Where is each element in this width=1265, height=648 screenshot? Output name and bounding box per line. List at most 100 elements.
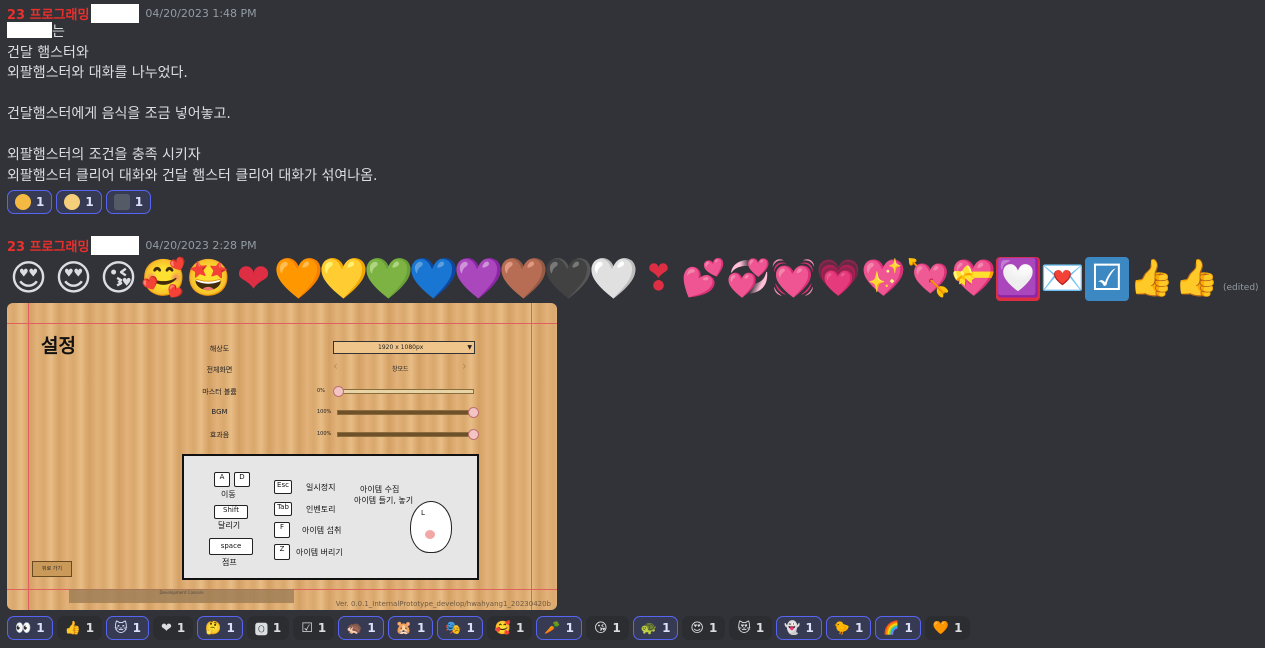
reaction-4[interactable]: 🤔 1 bbox=[197, 616, 243, 640]
slider-knob[interactable] bbox=[333, 386, 344, 397]
reaction-9[interactable]: 🎭 1 bbox=[437, 616, 483, 640]
reaction-10[interactable]: 🥰 1 bbox=[486, 616, 533, 640]
paw-icon bbox=[425, 530, 435, 539]
username[interactable]: 23 프로그래밍 bbox=[7, 4, 89, 23]
revolving-hearts-icon: 💞 bbox=[726, 257, 771, 299]
reaction-bar: 1 1 1 bbox=[7, 190, 377, 214]
label-collect: 아이템 수집 bbox=[360, 485, 400, 494]
reaction-emoji-icon: 🐢 bbox=[640, 620, 658, 636]
reaction-0[interactable]: 👀 1 bbox=[7, 616, 53, 640]
sfx-slider[interactable] bbox=[337, 429, 479, 440]
label-inventory: 인벤토리 bbox=[306, 505, 336, 514]
message-line bbox=[7, 125, 377, 146]
reaction-19[interactable]: 🧡 1 bbox=[924, 616, 971, 640]
reaction-7[interactable]: 🦔 1 bbox=[338, 616, 384, 640]
mind-blown-face-icon bbox=[15, 194, 31, 210]
controls-panel: A D 이동 Shift 달리기 space 점프 Esc 일시정지 Tab 인… bbox=[182, 454, 479, 580]
key-shift: Shift bbox=[214, 505, 248, 519]
key-d: D bbox=[234, 472, 250, 487]
message-1: 23 프로그래밍 04/20/2023 1:48 PM 는 건달 햄스터와 외팔… bbox=[7, 3, 377, 214]
anime-character-icon bbox=[113, 194, 130, 210]
slider-knob[interactable] bbox=[468, 407, 479, 418]
reaction-emoji-icon: 👍 bbox=[64, 620, 81, 636]
slider-knob[interactable] bbox=[468, 429, 479, 440]
chevron-right-icon[interactable]: › bbox=[462, 359, 467, 373]
reaction-count: 1 bbox=[272, 621, 282, 635]
username[interactable]: 23 프로그래밍 bbox=[7, 236, 89, 255]
reaction-count: 1 bbox=[565, 621, 574, 635]
reaction-14[interactable]: 😍 1 bbox=[682, 616, 726, 640]
frame-line bbox=[7, 323, 557, 324]
reaction-1[interactable]: 👍 1 bbox=[56, 616, 103, 640]
reaction-emoji-icon: 🥕 bbox=[544, 620, 561, 636]
label-hold: 아이템 들기, 놓기 bbox=[354, 496, 414, 505]
redacted-name bbox=[91, 235, 140, 255]
screenshot-attachment[interactable]: 설정 해상도 전체화면 마스터 볼륨 BGM 효과음 1920 x 1080px… bbox=[7, 303, 557, 610]
reaction-count: 1 bbox=[662, 621, 671, 635]
reaction-count: 1 bbox=[516, 621, 525, 635]
key-a: A bbox=[214, 472, 230, 487]
reaction-12[interactable]: 😘 1 bbox=[585, 616, 629, 640]
message-line: 건달 햄스터와 bbox=[7, 44, 89, 61]
reaction-15[interactable]: 😻 1 bbox=[729, 616, 773, 640]
fullscreen-value: 창모드 bbox=[392, 366, 409, 373]
reaction-16[interactable]: 👻 1 bbox=[776, 616, 822, 640]
reaction-8[interactable]: 🐹 1 bbox=[387, 616, 434, 640]
reaction-6[interactable]: ☑ 1 bbox=[293, 616, 335, 640]
bgm-slider[interactable] bbox=[337, 407, 479, 418]
reaction-2[interactable]: 🐱 1 bbox=[106, 616, 150, 640]
slider-fill bbox=[338, 433, 473, 436]
reaction-emoji-icon: 🎭 bbox=[445, 620, 462, 636]
reaction-13[interactable]: 🐢 1 bbox=[632, 616, 679, 640]
brown-heart-icon: 🤎 bbox=[498, 255, 549, 302]
resolution-select[interactable]: 1920 x 1080px ▼ bbox=[333, 341, 475, 354]
reaction-mind-blown[interactable]: 1 bbox=[7, 190, 53, 214]
master-percent: 0% bbox=[317, 388, 325, 394]
kissing-face-icon: 😘 bbox=[99, 257, 138, 299]
key-z: Z bbox=[274, 544, 290, 560]
reaction-count: 1 bbox=[226, 621, 235, 635]
love-letter-icon: 💌 bbox=[1040, 257, 1085, 299]
reaction-emoji-icon: 🅾 bbox=[254, 622, 268, 638]
bgm-percent: 100% bbox=[317, 409, 332, 415]
sfx-percent: 100% bbox=[317, 431, 332, 437]
sparkling-heart-icon: 💖 bbox=[861, 257, 906, 299]
reaction-hamster[interactable]: 1 bbox=[56, 190, 102, 214]
yellow-heart-icon: 💛 bbox=[318, 255, 369, 302]
reaction-count: 1 bbox=[612, 621, 621, 635]
two-hearts-icon: 💕 bbox=[681, 257, 726, 299]
reaction-anime-character[interactable]: 1 bbox=[105, 190, 152, 214]
message-header: 23 프로그래밍 04/20/2023 1:48 PM bbox=[7, 3, 377, 23]
reaction-emoji-icon: 🥰 bbox=[494, 620, 512, 636]
settings-title: 설정 bbox=[41, 335, 76, 357]
reaction-18[interactable]: 🌈 1 bbox=[875, 616, 921, 640]
reaction-3[interactable]: ❤ 1 bbox=[153, 616, 194, 640]
message-2: 23 프로그래밍 04/20/2023 2:28 PM bbox=[7, 235, 257, 255]
redacted-name bbox=[91, 3, 140, 23]
key-esc: Esc bbox=[274, 480, 292, 494]
hamster-face-icon bbox=[64, 194, 81, 210]
chevron-left-icon[interactable]: ‹ bbox=[333, 359, 338, 373]
redacted-text bbox=[7, 22, 52, 38]
label-jump: 점프 bbox=[222, 558, 237, 567]
timestamp: 04/20/2023 1:48 PM bbox=[145, 6, 257, 20]
key-tab: Tab bbox=[274, 502, 292, 516]
master-volume-slider[interactable] bbox=[333, 386, 474, 397]
back-button[interactable]: 뒤로 가기 bbox=[32, 561, 72, 577]
frame-line bbox=[28, 303, 29, 610]
mouse-button-left: L bbox=[421, 509, 425, 517]
reaction-emoji-icon: 👀 bbox=[15, 620, 32, 636]
reaction-5[interactable]: 🅾 1 bbox=[246, 616, 290, 640]
reaction-11[interactable]: 🥕 1 bbox=[536, 616, 582, 640]
check-box-icon: ☑ bbox=[1085, 256, 1129, 301]
white-heart-icon: 🤍 bbox=[588, 255, 639, 302]
reaction-count: 1 bbox=[904, 621, 913, 635]
reaction-emoji-icon: 😍 bbox=[690, 620, 704, 636]
thumbs-up-icon: 👍 bbox=[1174, 257, 1219, 299]
reaction-count: 1 bbox=[708, 621, 718, 635]
reaction-emoji-icon: 😻 bbox=[737, 620, 751, 636]
chevron-down-icon: ▼ bbox=[467, 344, 472, 351]
reaction-17[interactable]: 🐤 1 bbox=[825, 616, 872, 640]
reaction-count: 1 bbox=[317, 621, 327, 635]
label-fullscreen: 전체화면 bbox=[206, 366, 233, 374]
